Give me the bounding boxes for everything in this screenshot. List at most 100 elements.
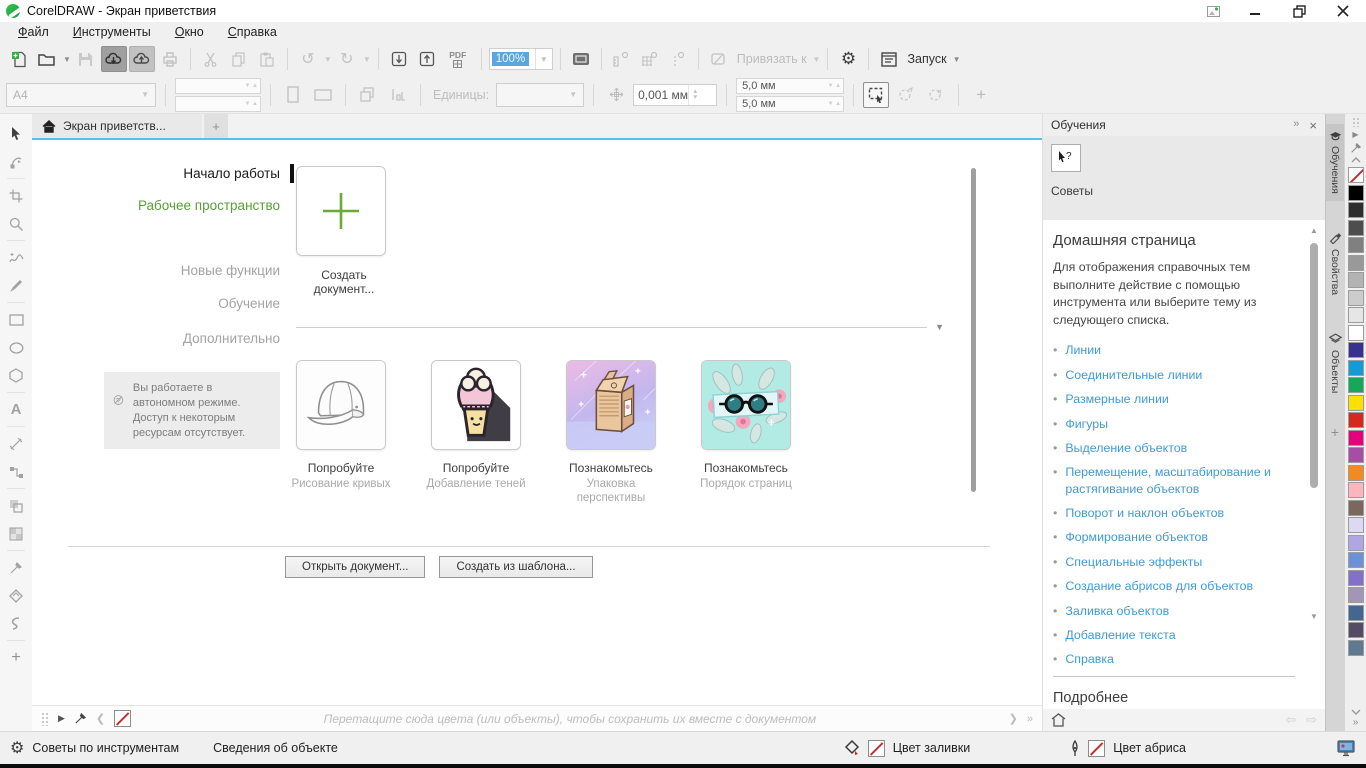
save-icon[interactable] — [73, 46, 99, 72]
apply-ok-icon[interactable] — [923, 82, 949, 108]
nav-more[interactable]: Дополнительно — [183, 331, 280, 346]
tutorial-card-page-order[interactable]: Познакомьтесь Порядок страниц — [701, 360, 791, 506]
print-icon[interactable] — [157, 46, 183, 72]
tutorial-card-perspective[interactable]: Познакомьтесь Упаковка перспективы — [566, 360, 656, 506]
color-swatch[interactable] — [1348, 552, 1364, 568]
page-size-select[interactable]: A4 ▼ — [6, 83, 156, 107]
palette-eyedropper-icon[interactable] — [74, 712, 87, 725]
artistic-media-tool-icon[interactable] — [4, 274, 28, 297]
doc-palette-no-color[interactable] — [114, 710, 131, 727]
scroll-down-icon[interactable]: ▼ — [1310, 612, 1318, 621]
menu-file[interactable]: Файл — [6, 23, 61, 41]
new-document-card[interactable] — [296, 166, 386, 256]
welcome-screen-tab[interactable]: Экран приветств... — [32, 114, 202, 138]
new-document-icon[interactable] — [6, 46, 32, 72]
help-link[interactable]: Выделение объектов — [1065, 440, 1187, 456]
color-swatch[interactable] — [1348, 220, 1364, 236]
tutorial-card-shadows[interactable]: Попробуйте Добавление теней — [431, 360, 521, 506]
color-proof-monitor-icon[interactable] — [1336, 740, 1356, 757]
redo-icon[interactable]: ↻ — [334, 46, 360, 72]
palette-scroll-up-icon[interactable] — [1351, 157, 1361, 163]
cloud-download-icon[interactable] — [101, 46, 127, 72]
drop-shadow-tool-icon[interactable] — [4, 494, 28, 517]
color-swatch[interactable] — [1348, 237, 1364, 253]
side-tab-objects[interactable]: Объекты — [1326, 326, 1344, 400]
color-swatch[interactable] — [1348, 255, 1364, 271]
cut-icon[interactable] — [198, 46, 224, 72]
palette-flyout-icon[interactable]: ▶ — [58, 713, 65, 724]
all-pages-icon[interactable] — [355, 82, 381, 108]
redo-dropdown-icon[interactable]: ▼ — [363, 55, 371, 64]
outline-color-swatch[interactable] — [1088, 740, 1105, 757]
menu-help[interactable]: Справка — [216, 23, 289, 41]
dimension-tool-icon[interactable] — [4, 432, 28, 455]
import-icon[interactable] — [386, 46, 412, 72]
docker-close-icon[interactable]: × — [1309, 118, 1317, 133]
eyedropper-tool-icon[interactable] — [4, 556, 28, 579]
snap-to-label[interactable]: Привязать к — [737, 52, 807, 66]
color-swatch[interactable] — [1348, 202, 1364, 218]
palette-scroll-right-icon[interactable]: ❯ — [1009, 712, 1018, 725]
options-gear-icon[interactable]: ⚙ — [835, 46, 861, 72]
help-link[interactable]: Специальные эффекты — [1065, 554, 1202, 570]
object-info-toggle[interactable]: Сведения об объекте — [213, 741, 338, 755]
cloud-upload-icon[interactable] — [129, 46, 155, 72]
restore-icon[interactable] — [1290, 3, 1308, 19]
show-rulers-icon[interactable] — [609, 46, 635, 72]
color-swatch[interactable] — [1348, 325, 1364, 341]
color-swatch[interactable] — [1348, 360, 1364, 376]
nav-learning[interactable]: Обучение — [218, 296, 280, 311]
help-link[interactable]: Формирование объектов — [1065, 529, 1208, 545]
color-swatch[interactable] — [1348, 535, 1364, 551]
transparency-tool-icon[interactable] — [4, 522, 28, 545]
color-swatch[interactable] — [1348, 640, 1364, 656]
scrollbar-thumb[interactable] — [1310, 243, 1318, 488]
zoom-tool-icon[interactable] — [4, 212, 28, 235]
current-page-icon[interactable] — [385, 82, 411, 108]
zoom-dropdown-icon[interactable]: ▼ — [535, 49, 552, 69]
help-link[interactable]: Заливка объектов — [1065, 603, 1169, 619]
tooltips-toggle[interactable]: ⚙ Советы по инструментам — [10, 738, 179, 758]
new-from-template-button[interactable]: Создать из шаблона... — [439, 556, 592, 578]
sign-in-icon[interactable] — [1207, 6, 1220, 17]
color-swatch[interactable] — [1348, 272, 1364, 288]
help-link[interactable]: Фигуры — [1065, 416, 1108, 432]
fullscreen-preview-icon[interactable] — [568, 46, 594, 72]
palette-more-icon[interactable]: » — [1353, 717, 1359, 728]
docker-collapse-icon[interactable]: » — [1293, 118, 1299, 133]
paste-icon[interactable] — [254, 46, 280, 72]
ellipse-tool-icon[interactable] — [4, 336, 28, 359]
hint-tool-button[interactable]: ? — [1051, 144, 1081, 172]
new-tab-plus-icon[interactable]: + — [204, 114, 228, 138]
color-swatch[interactable] — [1348, 430, 1364, 446]
connector-tool-icon[interactable] — [4, 460, 28, 483]
nav-new-features[interactable]: Новые функции — [181, 263, 280, 278]
duplicate-x-spin[interactable]: 5,0 мм▼ ▲ — [736, 78, 844, 94]
launch-label[interactable]: Запуск — [907, 52, 946, 66]
color-swatch[interactable] — [1348, 377, 1364, 393]
color-swatch[interactable] — [1348, 570, 1364, 586]
docker-back-icon[interactable]: ⇦ — [1285, 712, 1296, 728]
customize-plus-icon[interactable]: + — [968, 82, 994, 108]
color-swatch[interactable] — [1348, 500, 1364, 516]
show-guidelines-icon[interactable] — [665, 46, 691, 72]
treat-as-filled-button[interactable] — [863, 82, 889, 108]
color-swatch[interactable] — [1348, 482, 1364, 498]
close-icon[interactable] — [1334, 3, 1352, 19]
docker-forward-icon[interactable]: ⇨ — [1306, 712, 1317, 728]
interactive-fill-tool-icon[interactable] — [4, 584, 28, 607]
scroll-up-icon[interactable]: ▲ — [1310, 226, 1318, 235]
fill-color-swatch[interactable] — [868, 740, 885, 757]
color-swatch[interactable] — [1348, 395, 1364, 411]
color-swatch[interactable] — [1348, 185, 1364, 201]
help-link[interactable]: Перемещение, масштабирование и растягива… — [1065, 464, 1295, 497]
tutorial-card-curves[interactable]: Попробуйте Рисование кривых — [296, 360, 386, 506]
menu-tools[interactable]: Инструменты — [61, 23, 163, 41]
help-link[interactable]: Добавление текста — [1065, 627, 1175, 643]
side-tab-learning[interactable]: Обучения — [1326, 124, 1344, 201]
color-swatch[interactable] — [1348, 412, 1364, 428]
snap-off-icon[interactable] — [706, 46, 732, 72]
palette-grip-icon[interactable] — [1352, 117, 1360, 127]
side-tab-properties[interactable]: Свойства — [1326, 225, 1344, 302]
status-gear-icon[interactable]: ⚙ — [10, 738, 24, 758]
